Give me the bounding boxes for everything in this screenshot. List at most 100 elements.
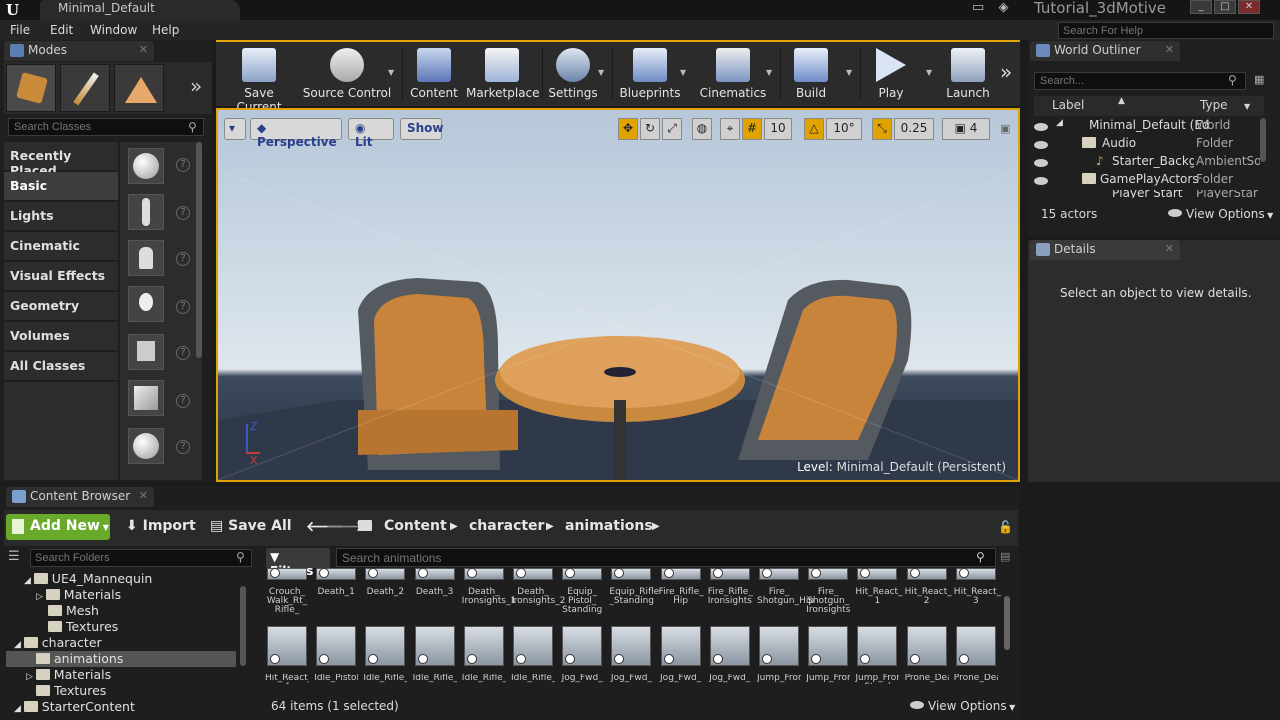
asset-tile[interactable]: Idle_Rifle_	[363, 626, 407, 684]
chevron-down-icon[interactable]: ▼	[598, 68, 604, 77]
chevron-down-icon[interactable]: ▼	[388, 68, 394, 77]
asset-tile[interactable]: Jog_Fwd_	[659, 626, 703, 684]
category-visual-effects[interactable]: Visual Effects	[4, 262, 118, 290]
expand-arrow-icon[interactable]: ◢	[14, 704, 24, 714]
save-all-button[interactable]: ▤ Save All	[210, 518, 292, 534]
category-recently-placed[interactable]: Recently Placed	[4, 142, 118, 178]
world-outliner-tab[interactable]: World Outliner ✕	[1030, 41, 1180, 61]
perspective-button[interactable]: ◆ Perspective	[250, 118, 342, 149]
viewport-options-button[interactable]: ▾	[224, 118, 246, 140]
modes-scrollbar[interactable]	[196, 142, 202, 358]
close-icon[interactable]: ✕	[1165, 43, 1174, 56]
outliner-scrollbar[interactable]	[1260, 118, 1266, 162]
label-column-header[interactable]: Label	[1052, 98, 1084, 112]
help-icon[interactable]: ?	[176, 158, 190, 172]
tree-item[interactable]: ◢ character	[14, 635, 102, 651]
asset-tile[interactable]: Jump_From	[757, 626, 801, 684]
help-icon[interactable]: ?	[176, 206, 190, 220]
breadcrumb-animations[interactable]: animations	[565, 518, 653, 534]
lit-button[interactable]: ◉ Lit	[348, 118, 394, 149]
blueprints-button[interactable]: Blueprints	[618, 46, 682, 104]
collapsed-arrow-icon[interactable]: ▷	[36, 592, 46, 602]
cinematics-button[interactable]: Cinematics	[698, 46, 768, 104]
asset-tile[interactable]: Death_3	[413, 568, 457, 597]
outliner-row[interactable]: GamePlayActors Folder	[1034, 172, 1258, 190]
settings-button[interactable]: Settings	[546, 46, 600, 104]
tree-item[interactable]: ▷ Materials	[26, 667, 111, 683]
modes-overflow-icon[interactable]: »	[190, 74, 202, 98]
rotation-snap-icon[interactable]: △	[804, 118, 824, 140]
content-browser-tab[interactable]: Content Browser ✕	[6, 487, 154, 507]
asset-tile[interactable]: Equip_ Pistol_ Standing	[560, 568, 604, 615]
category-volumes[interactable]: Volumes	[4, 322, 118, 350]
maximize-viewport-icon[interactable]: ▣	[1000, 122, 1010, 135]
expand-arrow-icon[interactable]: ◢	[24, 576, 34, 586]
eye-icon[interactable]	[1034, 123, 1048, 131]
outliner-row[interactable]: ♪ Starter_Backgrc AmbientSo	[1034, 154, 1260, 172]
type-column-header[interactable]: Type	[1200, 98, 1228, 112]
grid-snap-icon[interactable]: #	[742, 118, 762, 140]
asset-tile[interactable]: Jump_From	[806, 626, 850, 684]
paint-mode-button[interactable]	[60, 64, 110, 112]
asset-tile[interactable]: Crouch_ Walk_Rt_ Rifle_	[265, 568, 309, 615]
toolbar-overflow-icon[interactable]: »	[1000, 60, 1012, 84]
chevron-down-icon[interactable]: ▼	[766, 68, 772, 77]
outliner-row[interactable]: ◢ Minimal_Default (Ed World	[1034, 118, 1258, 136]
category-basic[interactable]: Basic	[4, 172, 118, 200]
eye-icon[interactable]	[1034, 159, 1048, 167]
add-new-button[interactable]: Add New ▼	[6, 514, 110, 540]
tree-item[interactable]: Mesh	[48, 603, 99, 619]
category-all-classes[interactable]: All Classes	[4, 352, 118, 380]
sources-panel-icon[interactable]: ☰	[8, 549, 20, 564]
asset-tile[interactable]: Prone_Death	[954, 626, 998, 684]
import-button[interactable]: ⬇ Import	[126, 518, 196, 534]
cube-actor-icon[interactable]	[128, 380, 164, 416]
asset-tile[interactable]: Jump_From Stand	[855, 626, 899, 684]
asset-tile[interactable]: Fire_Rifle_ Ironsights	[708, 568, 753, 606]
asset-tile[interactable]: Idle_Pistol	[314, 626, 358, 684]
level-viewport[interactable]: ▾ ◆ Perspective ◉ Lit Show ✥ ↻ ⤢ ◍ ⌖ # 1…	[216, 108, 1020, 482]
tree-item[interactable]: Textures	[36, 683, 106, 699]
tree-item-selected[interactable]: animations	[6, 651, 236, 667]
expand-arrow-icon[interactable]: ◢	[14, 640, 24, 650]
surface-snap-icon[interactable]: ⌖	[720, 118, 740, 140]
asset-tile[interactable]: Fire_ Shotgun_Hip	[757, 568, 814, 606]
scale-snap-value[interactable]: 0.25	[894, 118, 934, 140]
content-button[interactable]: Content	[408, 46, 460, 104]
character-actor-icon[interactable]	[128, 194, 164, 230]
asset-tile[interactable]: Hit_React_ 1	[855, 568, 903, 606]
help-icon[interactable]: ?	[176, 394, 190, 408]
menu-help[interactable]: Help	[152, 23, 179, 37]
chevron-down-icon[interactable]: ▼	[680, 68, 686, 77]
close-window-button[interactable]: ✕	[1238, 0, 1260, 14]
asset-tile[interactable]: Idle_Rifle_	[462, 626, 506, 684]
tree-item[interactable]: ◢ UE4_Mannequin	[24, 571, 152, 587]
save-search-icon[interactable]: ▤	[1000, 550, 1010, 563]
menu-edit[interactable]: Edit	[50, 23, 73, 37]
asset-tile[interactable]: Jog_Fwd_	[560, 626, 604, 684]
landscape-mode-button[interactable]	[114, 64, 164, 112]
chevron-down-icon[interactable]: ▼	[1244, 102, 1250, 111]
translate-tool-icon[interactable]: ✥	[618, 118, 638, 140]
breadcrumb-content[interactable]: Content	[384, 518, 447, 534]
grid-snap-value[interactable]: 10	[764, 118, 792, 140]
asset-tile[interactable]: Fire_ Shotgun_ Ironsights	[806, 568, 850, 615]
search-classes-input[interactable]	[8, 118, 204, 136]
asset-tile[interactable]: Fire_Rifle_ Hip	[659, 568, 704, 606]
asset-tile[interactable]: Death_1	[314, 568, 358, 597]
asset-tile[interactable]: Idle_Rifle_	[413, 626, 457, 684]
document-tab[interactable]: Minimal_Default	[40, 0, 240, 20]
modes-tab[interactable]: Modes ✕	[4, 41, 154, 61]
rotation-snap-value[interactable]: 10°	[826, 118, 862, 140]
world-space-icon[interactable]: ◍	[692, 118, 712, 140]
asset-tile[interactable]: Prone_Death	[905, 626, 949, 684]
folder-tree-scrollbar[interactable]	[240, 586, 246, 666]
player-start-icon[interactable]	[128, 334, 164, 370]
breadcrumb-character[interactable]: character	[469, 518, 544, 534]
scale-snap-icon[interactable]: ⤡	[872, 118, 892, 140]
chevron-down-icon[interactable]: ▼	[846, 68, 852, 77]
minimize-button[interactable]: _	[1190, 0, 1212, 14]
asset-tile[interactable]: Hit_React_ 3	[954, 568, 1001, 606]
asset-grid-scrollbar[interactable]	[1004, 596, 1010, 650]
help-icon[interactable]: ?	[176, 300, 190, 314]
